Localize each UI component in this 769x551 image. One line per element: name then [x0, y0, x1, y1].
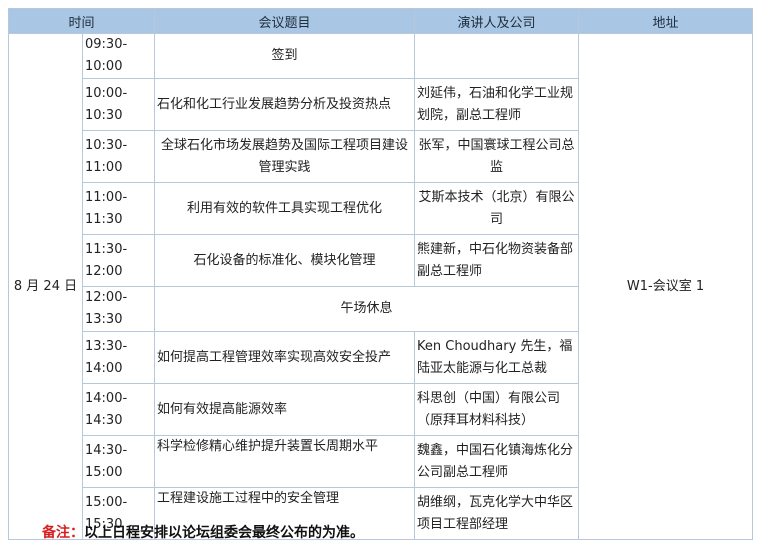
header-time: 时间	[7, 8, 156, 34]
footnote: 备注：以上日程安排以论坛组委会最终公布的为准。	[42, 522, 364, 542]
schedule-table: 时间 会议题目 演讲人及公司 地址 8 月 24 日 09:30-10:00 签…	[7, 8, 753, 540]
header-speaker: 演讲人及公司	[414, 8, 580, 34]
topic-cell: 午场休息	[154, 286, 580, 332]
speaker-cell: 魏鑫，中国石化镇海炼化分公司副总工程师	[414, 435, 580, 488]
time-cell: 11:00-11:30	[81, 182, 156, 235]
speaker-cell: 艾斯本技术（北京）有限公司	[414, 182, 580, 235]
time-cell: 13:30-14:00	[81, 331, 156, 384]
speaker-cell: 科思创（中国）有限公司（原拜耳材料科技）	[414, 383, 580, 436]
time-cell: 14:00-14:30	[81, 383, 156, 436]
time-cell: 10:00-10:30	[81, 78, 156, 131]
topic-cell: 如何有效提高能源效率	[154, 383, 416, 436]
topic-cell: 如何提高工程管理效率实现高效安全投产	[154, 331, 416, 384]
time-cell: 09:30-10:00	[81, 33, 156, 79]
table-row: 8 月 24 日 09:30-10:00 签到 W1-会议室 1	[8, 33, 753, 540]
speaker-cell: Ken Choudhary 先生，福陆亚太能源与化工总裁	[414, 331, 580, 384]
topic-cell: 利用有效的软件工具实现工程优化	[154, 182, 416, 235]
speaker-cell: 胡维纲，瓦克化学大中华区项目工程部经理	[414, 487, 580, 540]
topic-cell: 签到	[154, 33, 416, 79]
time-cell: 14:30-15:00	[81, 435, 156, 488]
header-row: 时间 会议题目 演讲人及公司 地址	[7, 8, 753, 34]
date-cell: 8 月 24 日	[8, 33, 83, 540]
topic-cell: 石化设备的标准化、模块化管理	[154, 234, 416, 287]
footnote-text: 以上日程安排以论坛组委会最终公布的为准。	[84, 525, 364, 541]
topic-cell: 全球石化市场发展趋势及国际工程项目建设管理实践	[154, 130, 416, 183]
time-cell: 10:30-11:00	[81, 130, 156, 183]
speaker-cell: 熊建新，中石化物资装备部副总工程师	[414, 234, 580, 287]
address-cell: W1-会议室 1	[578, 33, 753, 540]
speaker-cell: 张军，中国寰球工程公司总监	[414, 130, 580, 183]
header-address: 地址	[578, 8, 753, 34]
speaker-cell: 刘延伟，石油和化学工业规划院，副总工程师	[414, 78, 580, 131]
topic-cell: 科学检修精心维护提升装置长周期水平	[154, 435, 416, 488]
footnote-label: 备注：	[42, 525, 84, 541]
header-topic: 会议题目	[154, 8, 416, 34]
time-cell: 12:00-13:30	[81, 286, 156, 332]
topic-cell: 石化和化工行业发展趋势分析及投资热点	[154, 78, 416, 131]
speaker-cell	[414, 33, 580, 79]
time-cell: 11:30-12:00	[81, 234, 156, 287]
